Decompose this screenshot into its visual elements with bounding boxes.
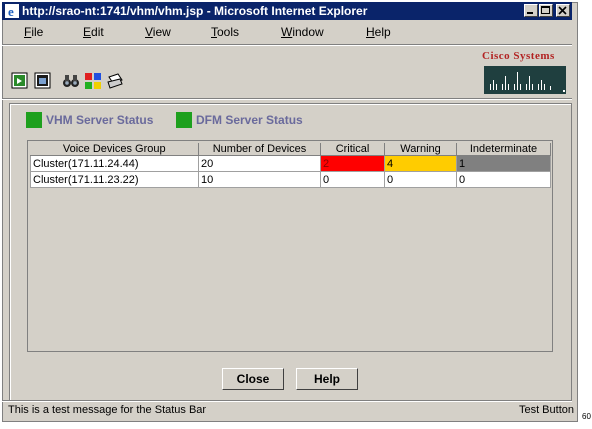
menu-separator	[2, 44, 572, 46]
ie-icon: e	[5, 4, 19, 19]
menu-window[interactable]: Window	[281, 25, 324, 39]
cisco-logo: Cisco Systems	[482, 50, 566, 96]
menu-edit[interactable]: Edit	[83, 25, 104, 39]
cell-group[interactable]: Cluster(171.11.23.22)	[30, 171, 199, 188]
title-bar[interactable]: e http://srao-nt:1741/vhm/vhm.jsp - Micr…	[2, 2, 572, 20]
toolbar-separator	[2, 98, 572, 100]
color-grid-icon[interactable]	[84, 72, 102, 90]
test-button[interactable]: Test Button	[519, 404, 574, 416]
cisco-wordmark: Cisco Systems	[482, 50, 555, 62]
cell-critical[interactable]: 0	[320, 171, 385, 188]
devices-table: Voice Devices Group Number of Devices Cr…	[30, 143, 551, 188]
refresh-icon[interactable]	[11, 72, 29, 90]
menu-file[interactable]: File	[24, 25, 43, 39]
cell-warning[interactable]: 4	[384, 155, 457, 172]
binoculars-icon[interactable]	[62, 72, 80, 90]
devices-grid: Voice Devices Group Number of Devices Cr…	[27, 140, 553, 352]
close-window-button[interactable]	[556, 4, 570, 17]
menu-view[interactable]: View	[145, 25, 171, 39]
column-header-indeterminate[interactable]: Indeterminate	[456, 143, 551, 156]
close-button[interactable]: Close	[222, 368, 284, 390]
column-header-critical[interactable]: Critical	[320, 143, 385, 156]
page-number: 60	[582, 412, 591, 421]
column-header-devices[interactable]: Number of Devices	[198, 143, 321, 156]
column-header-group[interactable]: Voice Devices Group	[30, 143, 199, 156]
cell-indeterminate[interactable]: 1	[456, 155, 551, 172]
window-icon[interactable]	[34, 72, 52, 90]
status-message: This is a test message for the Status Ba…	[8, 404, 207, 416]
table-row[interactable]: Cluster(171.11.23.22) 10 0 0 0	[30, 171, 551, 188]
vhm-status-indicator	[26, 112, 42, 128]
cell-critical[interactable]: 2	[320, 155, 385, 172]
maximize-button[interactable]	[539, 4, 553, 17]
status-bar: This is a test message for the Status Ba…	[8, 404, 574, 418]
table-row[interactable]: Cluster(171.11.24.44) 20 2 4 1	[30, 155, 551, 172]
help-button[interactable]: Help	[296, 368, 358, 390]
cell-warning[interactable]: 0	[384, 171, 457, 188]
tab-dfm-server-status[interactable]: DFM Server Status	[196, 113, 303, 127]
menu-bar: File Edit View Tools Window Help	[2, 22, 572, 42]
cell-group[interactable]: Cluster(171.11.24.44)	[30, 155, 199, 172]
column-header-warning[interactable]: Warning	[384, 143, 457, 156]
statusbar-separator	[2, 400, 572, 402]
cell-devices[interactable]: 10	[198, 171, 321, 188]
menu-tools[interactable]: Tools	[211, 25, 239, 39]
svg-text:e: e	[8, 4, 14, 18]
table-header-row: Voice Devices Group Number of Devices Cr…	[30, 143, 551, 156]
window-title: http://srao-nt:1741/vhm/vhm.jsp - Micros…	[22, 4, 368, 18]
minimize-button[interactable]	[524, 4, 538, 17]
cell-indeterminate[interactable]: 0	[456, 171, 551, 188]
menu-help[interactable]: Help	[366, 25, 391, 39]
cell-devices[interactable]: 20	[198, 155, 321, 172]
dfm-status-indicator	[176, 112, 192, 128]
tab-vhm-server-status[interactable]: VHM Server Status	[46, 113, 153, 127]
print-icon[interactable]	[106, 72, 124, 90]
